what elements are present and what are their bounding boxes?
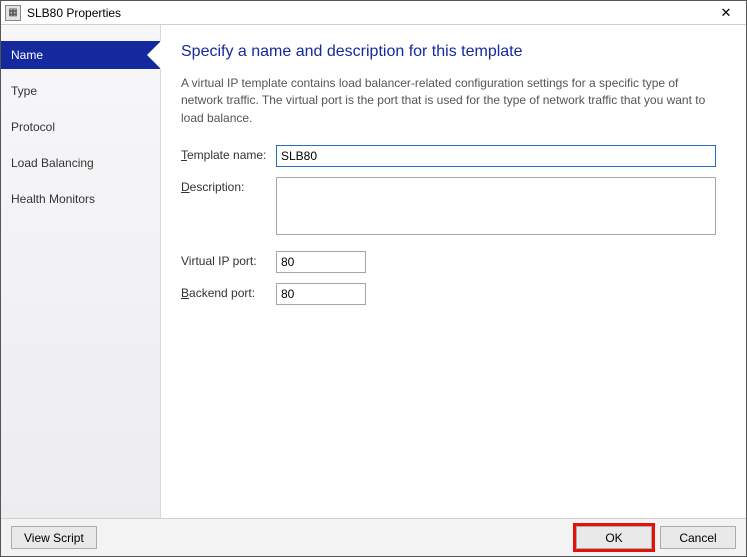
view-script-button[interactable]: View Script [11, 526, 97, 549]
sidebar-item-type[interactable]: Type [1, 77, 160, 105]
row-description: Description: [181, 177, 730, 235]
ok-button[interactable]: OK [576, 526, 652, 549]
cancel-button[interactable]: Cancel [660, 526, 736, 549]
sidebar-item-label: Type [11, 84, 37, 98]
description-input[interactable] [276, 177, 716, 235]
sidebar: Name Type Protocol Load Balancing Health… [1, 25, 161, 518]
backend-port-input[interactable] [276, 283, 366, 305]
intro-text: A virtual IP template contains load bala… [181, 75, 721, 127]
close-button[interactable]: ✕ [706, 1, 746, 24]
main-panel: Specify a name and description for this … [161, 25, 746, 518]
sidebar-item-load-balancing[interactable]: Load Balancing [1, 149, 160, 177]
app-icon: ▦ [5, 5, 21, 21]
template-name-input[interactable] [276, 145, 716, 167]
content-area: Name Type Protocol Load Balancing Health… [1, 25, 746, 518]
title-bar: ▦ SLB80 Properties ✕ [1, 1, 746, 25]
vip-port-input[interactable] [276, 251, 366, 273]
label-description: Description: [181, 177, 276, 194]
label-template-name: Template name: [181, 145, 276, 162]
sidebar-item-protocol[interactable]: Protocol [1, 113, 160, 141]
sidebar-item-name[interactable]: Name [1, 41, 160, 69]
window-title: SLB80 Properties [27, 6, 706, 20]
sidebar-item-label: Name [11, 48, 43, 62]
sidebar-item-label: Protocol [11, 120, 55, 134]
port-group: Virtual IP port: Backend port: [181, 251, 730, 305]
page-heading: Specify a name and description for this … [181, 43, 730, 61]
button-bar: View Script OK Cancel [1, 518, 746, 556]
label-vip-port: Virtual IP port: [181, 251, 276, 268]
sidebar-item-label: Load Balancing [11, 156, 94, 170]
row-backend-port: Backend port: [181, 283, 730, 305]
sidebar-item-label: Health Monitors [11, 192, 95, 206]
row-template-name: Template name: [181, 145, 730, 167]
row-vip-port: Virtual IP port: [181, 251, 730, 273]
label-backend-port: Backend port: [181, 283, 276, 300]
sidebar-item-health-monitors[interactable]: Health Monitors [1, 185, 160, 213]
